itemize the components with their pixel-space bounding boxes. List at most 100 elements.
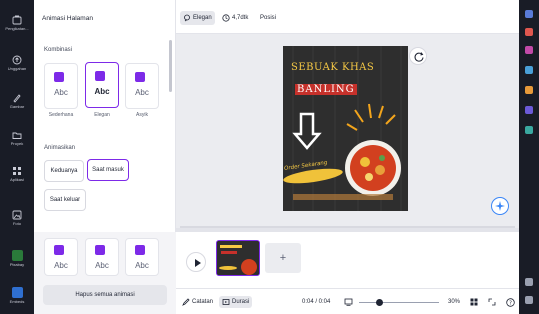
animation-style-button[interactable]: Elegan <box>180 11 215 25</box>
card-preview-text: Abc <box>135 88 149 97</box>
animation-card-asyik[interactable]: Abc <box>125 63 159 109</box>
animation-card[interactable]: Abc <box>44 238 78 276</box>
card-preview-text: Abc <box>94 87 110 96</box>
extension-icon[interactable] <box>525 278 533 286</box>
sparkle-icon <box>54 72 64 82</box>
duration-label: 4,7dtk <box>232 15 249 21</box>
panel-title: Animasi Halaman <box>42 15 93 22</box>
add-page-button[interactable]: + <box>265 243 301 273</box>
play-icon <box>195 259 201 267</box>
fullscreen-button[interactable] <box>488 296 496 308</box>
clock-icon <box>222 14 230 22</box>
animation-card-sederhana[interactable]: Abc <box>44 63 78 109</box>
sparkle-icon <box>95 71 105 81</box>
rail-item-foto[interactable]: Foto <box>0 210 34 226</box>
apps-grid-icon <box>13 167 21 175</box>
card-caption: Asyik <box>136 112 148 118</box>
rail-item-label: Pengikatan... <box>5 26 29 31</box>
animation-style-label: Elegan <box>193 15 212 21</box>
rail-item-pixabay[interactable]: Pixabay <box>0 250 34 267</box>
grid-view-button[interactable] <box>470 296 478 308</box>
draw-icon <box>13 94 21 103</box>
rail-item-embeds[interactable]: Embeds <box>0 287 34 304</box>
animation-card[interactable]: Abc <box>85 238 119 276</box>
extension-icon[interactable] <box>525 126 533 134</box>
sparkle-icon <box>95 245 105 255</box>
animate-option-both[interactable]: Keduanya <box>44 160 84 182</box>
pixabay-logo-icon <box>11 250 23 261</box>
card-preview-text: Abc <box>54 88 68 97</box>
design-subheadline: BANLING <box>295 84 357 95</box>
sparkle-icon <box>135 72 145 82</box>
animation-card[interactable]: Abc <box>125 238 159 276</box>
duration-toggle[interactable]: Durasi <box>219 296 253 308</box>
animate-option-exit[interactable]: Saat keluar <box>44 189 86 211</box>
rail-item-label: Foto <box>12 221 21 226</box>
combination-label: Kombinasi <box>44 47 73 53</box>
rail-item-label: Pixabay <box>9 262 25 267</box>
page-thumbnail[interactable] <box>216 240 260 276</box>
rail-item-label: Gambar <box>9 104 25 109</box>
upload-cloud-icon <box>12 55 22 65</box>
zoom-percent[interactable]: 30% <box>448 296 460 308</box>
extension-icon[interactable] <box>525 46 533 54</box>
rail-item-proyek[interactable]: Proyek <box>0 130 34 146</box>
animate-option-enter[interactable]: Saat masuk <box>87 159 129 181</box>
rail-item-aplikasi[interactable]: Aplikasi <box>0 166 34 182</box>
refresh-icon <box>414 52 424 62</box>
zoom-slider-handle[interactable] <box>376 299 383 306</box>
extension-icon[interactable] <box>525 66 533 74</box>
help-button[interactable]: ? <box>506 296 515 308</box>
extension-icon[interactable] <box>525 10 533 18</box>
position-button[interactable]: Posisi <box>260 11 276 25</box>
page-view-icon <box>344 298 353 306</box>
remove-all-animations-button[interactable]: Hapus semua animasi <box>43 285 167 305</box>
photo-icon <box>12 210 22 220</box>
folder-icon <box>12 132 22 139</box>
refresh-button[interactable] <box>409 47 427 65</box>
grid-view-icon <box>470 298 478 306</box>
card-caption: Elegan <box>94 112 110 118</box>
extension-icon[interactable] <box>525 106 533 114</box>
sparkle-icon <box>495 201 505 211</box>
duration-button[interactable]: 4,7dtk <box>222 11 248 25</box>
rail-item-unggahan[interactable]: Unggahan <box>0 55 34 71</box>
animation-card-elegan[interactable]: Abc <box>85 62 119 108</box>
extension-icon[interactable] <box>525 28 533 36</box>
thumbnail-preview <box>217 241 259 275</box>
animation-icon <box>184 14 190 22</box>
settings-gear-icon[interactable] <box>525 296 533 304</box>
card-preview-text: Abc <box>95 261 109 270</box>
page-view-button[interactable] <box>344 296 353 308</box>
panel-scrollbar[interactable] <box>169 40 172 92</box>
design-headline: SEBUAK KHAS <box>291 62 375 73</box>
notes-label: Catatan <box>192 299 214 305</box>
rail-item-gambar[interactable]: Gambar <box>0 93 34 109</box>
notes-button[interactable]: Catatan <box>182 296 213 308</box>
card-preview-text: Abc <box>54 261 68 270</box>
sparkle-icon <box>54 245 64 255</box>
card-caption: Sederhana <box>48 112 74 118</box>
rail-item-pengikatan[interactable]: Pengikatan... <box>0 15 34 31</box>
horizontal-scrollbar[interactable] <box>176 224 519 228</box>
plus-icon: + <box>279 252 287 264</box>
play-button[interactable] <box>186 252 206 272</box>
rail-item-label: Embeds <box>9 299 25 304</box>
rail-item-label: Aplikasi <box>10 177 24 182</box>
svg-text:?: ? <box>509 300 512 306</box>
duration-toggle-label: Durasi <box>232 299 250 305</box>
zoom-slider[interactable] <box>359 302 439 303</box>
animate-label: Animasikan <box>44 145 76 151</box>
time-readout: 0:04 / 0:04 <box>302 299 331 305</box>
expand-icon <box>488 298 496 306</box>
notes-icon <box>182 298 190 306</box>
card-preview-text: Abc <box>135 261 149 270</box>
template-icon <box>12 15 22 25</box>
sparkle-icon <box>135 245 145 255</box>
rail-item-label: Proyek <box>10 141 24 146</box>
magic-assist-button[interactable] <box>491 197 509 215</box>
rail-item-label: Unggahan <box>7 66 27 71</box>
embeds-logo-icon <box>11 287 23 298</box>
design-page[interactable]: SEBUAK KHAS BANLING Order Sekarang <box>283 46 408 211</box>
extension-icon[interactable] <box>525 86 533 94</box>
